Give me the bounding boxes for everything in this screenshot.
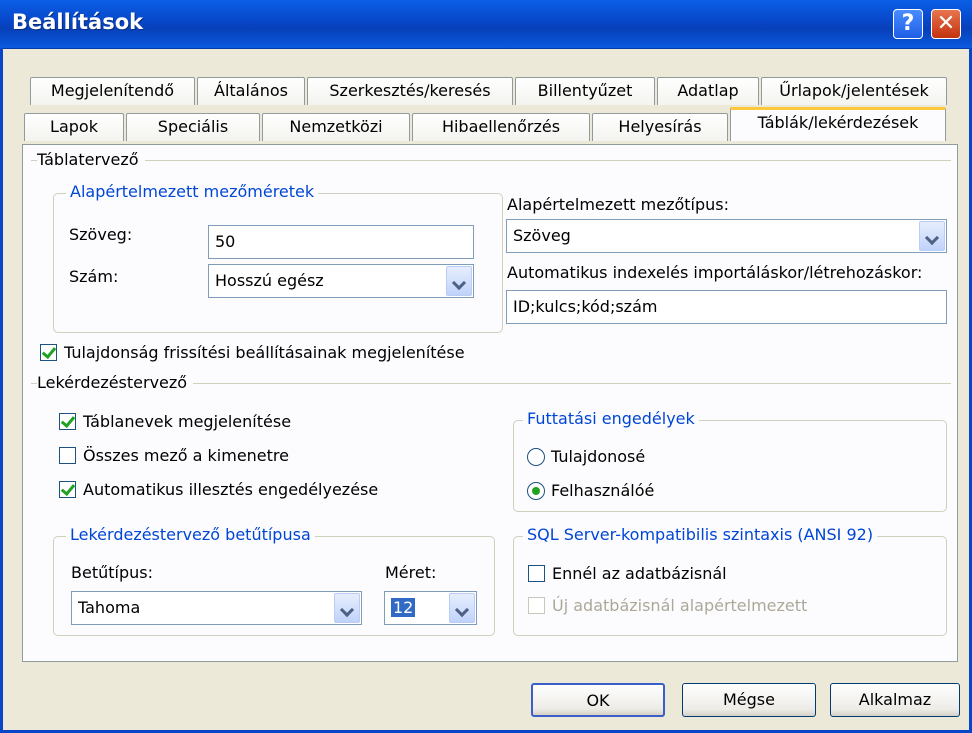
- run-permissions-group-label: Futtatási engedélyek: [523, 409, 699, 428]
- font-value: Tahoma: [78, 598, 141, 617]
- autoindex-input[interactable]: ID;kulcs;kód;szám: [506, 290, 947, 324]
- output-all-fields-checkbox[interactable]: [59, 447, 76, 464]
- help-icon[interactable]: ?: [893, 9, 923, 39]
- tab-helyesiras[interactable]: Helyesírás: [592, 113, 728, 141]
- number-size-label: Szám:: [69, 267, 119, 286]
- ok-button[interactable]: OK: [531, 683, 665, 717]
- chevron-down-icon[interactable]: [919, 221, 945, 251]
- font-label: Betűtípus:: [71, 563, 153, 582]
- this-db-checkbox[interactable]: [528, 565, 545, 582]
- new-db-default-checkbox: [528, 597, 545, 614]
- default-field-type-value: Szöveg: [513, 226, 571, 245]
- close-icon[interactable]: ✕: [931, 9, 961, 39]
- owner-radio-label: Tulajdonosé: [551, 447, 646, 466]
- enable-autojoin-label: Automatikus illesztés engedélyezése: [83, 480, 379, 499]
- sql-server-group: [513, 536, 947, 636]
- tab-hibaellenorzes[interactable]: Hibaellenőrzés: [412, 113, 590, 141]
- number-size-select[interactable]: Hosszú egész: [208, 264, 474, 298]
- user-radio-label: Felhasználóé: [551, 481, 655, 500]
- chevron-down-icon[interactable]: [334, 593, 360, 623]
- chevron-down-icon[interactable]: [449, 593, 475, 623]
- owner-radio[interactable]: [527, 448, 545, 466]
- tab-urlapok-jelentesek[interactable]: Űrlapok/jelentések: [761, 77, 947, 105]
- show-property-update-checkbox[interactable]: [40, 344, 57, 361]
- size-value: 12: [391, 598, 416, 617]
- output-all-fields-label: Összes mező a kimenetre: [83, 446, 289, 465]
- new-db-default-label: Új adatbázisnál alapértelmezett: [552, 596, 808, 615]
- tab-tablak-lekerdezesek[interactable]: Táblák/lekérdezések: [730, 107, 946, 141]
- text-size-label: Szöveg:: [69, 225, 133, 244]
- tab-adatlap[interactable]: Adatlap: [657, 77, 759, 105]
- tab-megjelenitendo[interactable]: Megjelenítendő: [30, 77, 195, 105]
- size-select[interactable]: 12: [384, 591, 477, 625]
- tab-nemzetkozi[interactable]: Nemzetközi: [262, 113, 410, 141]
- tab-altalanos[interactable]: Általános: [197, 77, 305, 105]
- tab-szerkesztes-kereses[interactable]: Szerkesztés/keresés: [307, 77, 513, 105]
- user-radio[interactable]: [527, 482, 545, 500]
- enable-autojoin-checkbox[interactable]: [59, 481, 76, 498]
- field-sizes-group-label: Alapértelmezett mezőméretek: [66, 182, 319, 201]
- apply-button[interactable]: Alkalmaz: [830, 683, 960, 717]
- number-size-value: Hosszú egész: [215, 271, 324, 290]
- window-title: Beállítások: [12, 10, 144, 34]
- title-bar: Beállítások ? ✕: [0, 0, 972, 49]
- table-designer-label: Táblatervező: [37, 150, 145, 169]
- chevron-down-icon[interactable]: [446, 266, 472, 296]
- field-sizes-group: [53, 193, 503, 333]
- default-field-type-label: Alapértelmezett mezőtípus:: [507, 195, 729, 214]
- autoindex-label: Automatikus indexelés importáláskor/létr…: [507, 263, 923, 282]
- sql-server-group-label: SQL Server-kompatibilis szintaxis (ANSI …: [523, 525, 878, 544]
- cancel-button[interactable]: Mégse: [682, 683, 816, 717]
- size-label: Méret:: [385, 563, 437, 582]
- tab-lapok[interactable]: Lapok: [24, 113, 124, 141]
- query-font-group-label: Lekérdezéstervező betűtípusa: [66, 525, 315, 544]
- text-size-input[interactable]: 50: [208, 225, 474, 259]
- show-table-names-label: Táblanevek megjelenítése: [83, 412, 292, 431]
- show-table-names-checkbox[interactable]: [59, 413, 76, 430]
- show-property-update-label: Tulajdonság frissítési beállításainak me…: [64, 343, 465, 362]
- tab-panel: Táblatervező Alapértelmezett mezőméretek…: [22, 144, 958, 662]
- tab-specialis[interactable]: Speciális: [126, 113, 260, 141]
- query-designer-label: Lekérdezéstervező: [37, 373, 194, 392]
- section-divider: [31, 160, 951, 161]
- this-db-label: Ennél az adatbázisnál: [552, 564, 727, 583]
- default-field-type-select[interactable]: Szöveg: [506, 219, 947, 253]
- tab-billentyuzet[interactable]: Billentyűzet: [515, 77, 655, 105]
- font-select[interactable]: Tahoma: [71, 591, 362, 625]
